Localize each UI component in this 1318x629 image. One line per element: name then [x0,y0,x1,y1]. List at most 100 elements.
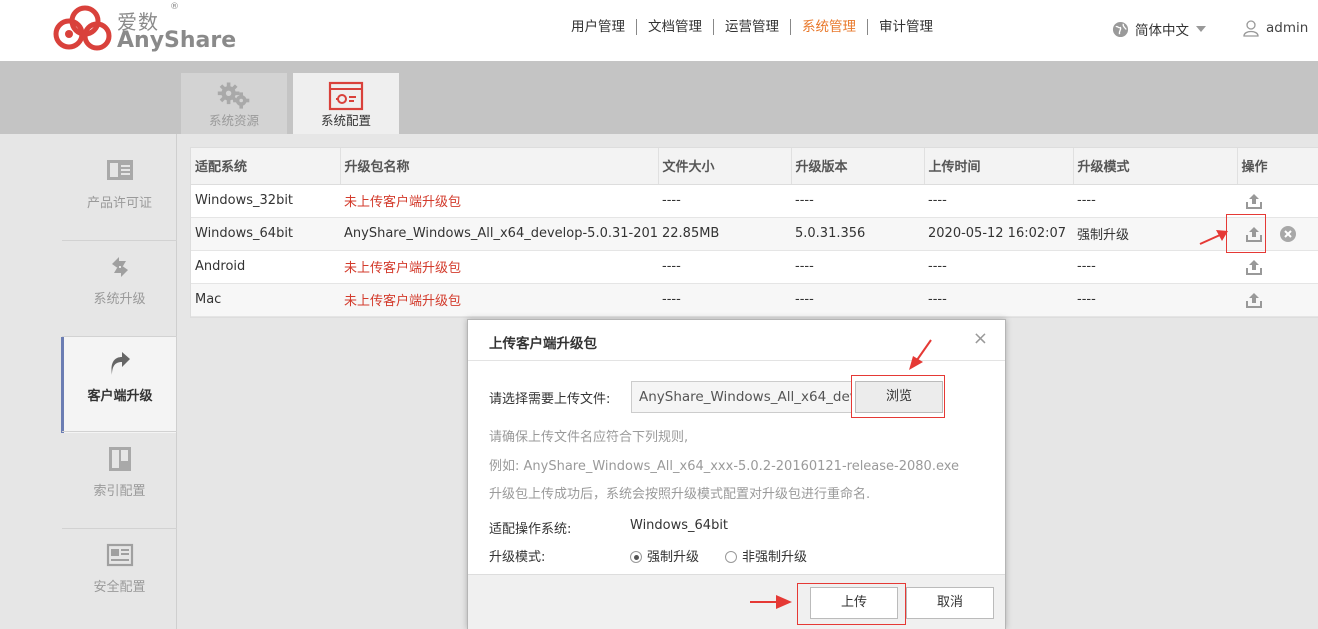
cell-upgrade-mode: ---- [1073,283,1237,317]
target-os-label: 适配操作系统: [489,522,572,537]
language-selector[interactable]: 简体中文 [1112,19,1206,39]
recycle-arrows-icon [111,257,128,277]
table-row: Android 未上传客户端升级包 ---- ---- ---- ---- [191,250,1318,284]
cell-actions [1237,184,1318,218]
table-row: Mac 未上传客户端升级包 ---- ---- ---- ---- [191,283,1318,317]
nav-system-management[interactable]: 系统管理 [790,19,867,35]
cell-os: Android [191,250,340,284]
col-header-os: 适配系统 [191,148,341,185]
upload-icon[interactable] [1245,192,1263,210]
annotation-highlight-box [797,583,906,625]
cell-upload-time: ---- [924,250,1073,284]
annotation-highlight-box [851,375,945,418]
col-header-package-name: 升级包名称 [340,148,659,185]
sidebar-divider [62,528,177,529]
gears-icon [217,82,250,109]
cell-package-name: AnyShare_Windows_All_x64_develop-5.0.31-… [340,217,658,251]
cell-package-name: 未上传客户端升级包 [340,184,658,218]
table-header-row: 适配系统 升级包名称 文件大小 升级版本 上传时间 升级模式 操作 [191,148,1318,185]
cancel-button[interactable]: 取消 [906,587,994,619]
upload-icon[interactable] [1245,258,1263,276]
top-header: 爱数 ® AnyShare 用户管理 文档管理 运营管理 系统管理 审计管理 简… [0,0,1318,61]
user-menu[interactable]: admin [1242,19,1308,37]
sidebar-item-license-label: 产品许可证 [86,196,152,211]
index-doc-icon [108,447,131,471]
col-header-actions: 操作 [1237,148,1318,185]
cell-upload-time: 2020-05-12 16:02:07 [924,217,1073,251]
tab-system-config-label: 系统配置 [320,113,371,128]
module-tab-band: 系统资源 系统配置 [0,61,1318,134]
col-header-version: 升级版本 [791,148,925,185]
cell-upload-time: ---- [924,184,1073,218]
close-icon[interactable]: × [973,330,988,348]
up-arrow-icon [111,352,130,375]
cell-actions [1237,283,1318,317]
chevron-down-icon [1196,26,1206,32]
cell-file-size: ---- [658,283,791,317]
radio-force-upgrade-label: 强制升级 [647,550,700,565]
sidebar-item-security-config[interactable]: 安全配置 [62,542,177,629]
target-os-value: Windows_64bit [630,518,729,533]
col-header-upload-time: 上传时间 [924,148,1074,185]
sidebar-item-system-upgrade-label: 系统升级 [93,292,146,307]
tab-system-resources[interactable]: 系统资源 [181,73,287,134]
nav-user-management[interactable]: 用户管理 [560,19,636,35]
logo-mark-icon [53,5,112,51]
language-label: 简体中文 [1135,23,1189,39]
cell-upgrade-mode: ---- [1073,184,1237,218]
client-package-table: 适配系统 升级包名称 文件大小 升级版本 上传时间 升级模式 操作 Window… [190,147,1318,318]
license-icon [106,160,133,180]
annotation-arrow-icon [750,595,792,609]
hint-rule-text: 请确保上传文件名应符合下列规则, [489,430,689,445]
cell-file-size: ---- [658,250,791,284]
hint-example-text: 例如: AnyShare_Windows_All_x64_xxx-5.0.2-2… [489,459,960,474]
hint-rename-text: 升级包上传成功后，系统会按照升级模式配置对升级包进行重命名. [489,487,871,502]
table-row: Windows_32bit 未上传客户端升级包 ---- ---- ---- -… [191,184,1318,218]
cell-os: Windows_64bit [191,217,340,251]
sidebar-divider [62,431,177,432]
annotation-arrow-icon [1199,230,1228,245]
upload-icon[interactable] [1245,291,1263,309]
dialog-footer: 上传 取消 [468,574,1005,629]
sidebar: 产品许可证 系统升级 客户端升级 索引配置 安全配置 [61,134,177,629]
col-header-upgrade-mode: 升级模式 [1073,148,1238,185]
config-window-icon [328,81,364,111]
cell-upgrade-mode: ---- [1073,250,1237,284]
nav-operation-management[interactable]: 运营管理 [713,19,790,35]
cell-os: Windows_32bit [191,184,340,218]
radio-unchecked-icon[interactable] [725,551,737,563]
anyshare-logo[interactable]: 爱数 ® AnyShare [47,2,236,56]
cell-version: 5.0.31.356 [791,217,924,251]
col-header-file-size: 文件大小 [658,148,792,185]
cell-upload-time: ---- [924,283,1073,317]
cell-file-size: 22.85MB [658,217,791,251]
cell-package-name: 未上传客户端升级包 [340,250,658,284]
tab-system-config[interactable]: 系统配置 [293,73,399,134]
radio-optional-upgrade-label: 非强制升级 [742,550,808,565]
upgrade-mode-label: 升级模式: [489,550,546,565]
annotation-arrow-icon [909,339,932,370]
file-path-input[interactable]: AnyShare_Windows_All_x64_develop [631,381,852,413]
sidebar-item-security-config-label: 安全配置 [93,580,146,595]
radio-optional-upgrade[interactable]: 非强制升级 [725,546,807,565]
logo-en-text: AnyShare [117,28,237,53]
cell-version: ---- [791,250,924,284]
nav-document-management[interactable]: 文档管理 [636,19,713,35]
cell-os: Mac [191,283,340,317]
sidebar-item-client-upgrade-label: 客户端升级 [87,389,153,404]
sidebar-divider [62,240,177,241]
sidebar-item-client-upgrade[interactable]: 客户端升级 [61,337,176,433]
radio-force-upgrade[interactable]: 强制升级 [630,546,699,565]
cell-version: ---- [791,283,924,317]
radio-checked-icon[interactable] [630,551,642,563]
security-card-icon [106,543,133,567]
delete-circle-icon[interactable] [1279,225,1297,243]
cell-file-size: ---- [658,184,791,218]
username-label: admin [1266,20,1309,36]
user-icon [1243,20,1259,37]
annotation-highlight-box [1226,214,1266,253]
cell-actions [1237,250,1318,284]
choose-file-label: 请选择需要上传文件: [489,392,611,407]
nav-audit-management[interactable]: 审计管理 [867,19,944,35]
cell-package-name: 未上传客户端升级包 [340,283,658,317]
